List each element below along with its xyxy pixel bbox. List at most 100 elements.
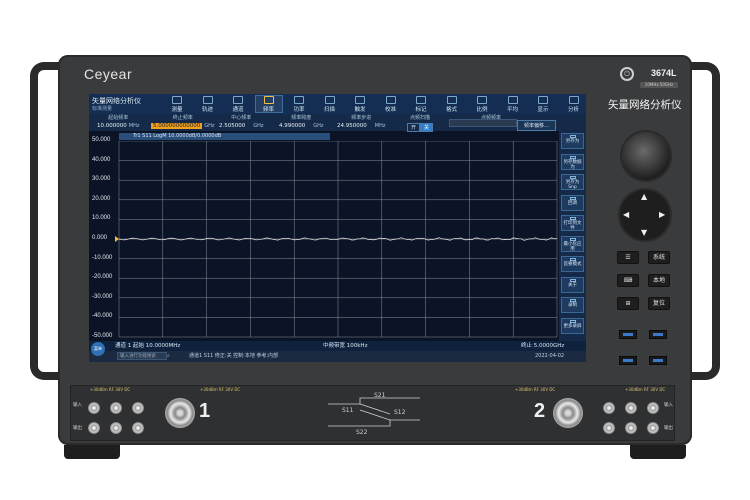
sma-connector[interactable] (603, 422, 615, 434)
arrow-right-icon[interactable]: ▶ (659, 210, 665, 219)
sma-connector[interactable] (88, 402, 100, 414)
tab-4[interactable]: 功率 (285, 95, 313, 113)
tab-label: 校准 (384, 107, 396, 113)
side-button-label: 另存为 (565, 139, 580, 144)
tab-label: 标记 (415, 107, 427, 113)
average-icon (507, 96, 518, 104)
menu-hw-button[interactable]: ☰ (617, 251, 639, 264)
tab-0[interactable]: 测量 (163, 95, 191, 113)
local-button[interactable]: 本地 (648, 274, 670, 287)
tab-9[interactable]: 格式 (438, 95, 466, 113)
channel-status-bar: 通道 1 起始 10.0000MHz 中频带宽 100kHz 终止 5.0000… (89, 341, 586, 351)
sma-connector[interactable] (132, 402, 144, 414)
span-field[interactable]: 频率跨度 4.990000 GHz (279, 114, 324, 129)
usb-port-1 (619, 330, 637, 339)
power-icon (294, 96, 304, 104)
cw-freq-input[interactable] (449, 119, 517, 127)
tab-8[interactable]: 标记 (407, 95, 435, 113)
sma-connector[interactable] (603, 402, 615, 414)
sma-connector[interactable] (647, 402, 659, 414)
y-tick-label: 0.000 (92, 235, 108, 241)
reset-button[interactable]: 复位 (648, 297, 670, 310)
sma-connector[interactable] (88, 422, 100, 434)
right-foot (630, 445, 686, 459)
sma-connector[interactable] (625, 402, 637, 414)
side-button-label: 回调 (568, 200, 577, 206)
sma-connector[interactable] (110, 402, 122, 414)
out-label-left: 输出 (73, 426, 82, 431)
power-button[interactable]: ⏻ (620, 67, 634, 81)
tab-5[interactable]: 扫描 (316, 95, 344, 113)
side-button-3[interactable]: 回调 (561, 194, 584, 211)
stop-freq-value[interactable]: 5.000000000000 (151, 123, 203, 129)
search-input[interactable]: 输入进行功能搜索 (117, 352, 167, 360)
tab-label: 测量 (171, 107, 183, 113)
display-screen: 矢量网络分析仪 标准测量 测量 轨迹 通道 频率 功率 扫描 触发 校准 标记 格式 比例 平均 显示分… (89, 94, 586, 362)
side-button-7[interactable]: 关于 (561, 276, 584, 293)
side-button-4[interactable]: 打印到文件 (561, 215, 584, 231)
datetime: 2022-04-02 17:15:01 (535, 353, 565, 359)
softkey-icon (569, 258, 576, 261)
top-menu-bar: 矢量网络分析仪 标准测量 测量 轨迹 通道 频率 功率 扫描 触发 校准 标记 格式 比例 平均 显示分… (89, 94, 586, 114)
side-button-0[interactable]: 另存为 (561, 133, 584, 149)
tab-1[interactable]: 轨迹 (194, 95, 222, 113)
tab-label: 平均 (506, 107, 518, 113)
side-button-label: 首要模式 (563, 262, 582, 267)
sma-connector[interactable] (647, 422, 659, 434)
keyboard-button[interactable]: ⌨ (617, 274, 639, 287)
cw-toggle-off[interactable]: 开 (407, 123, 421, 132)
windows-button[interactable]: ⊞ (617, 297, 639, 310)
port-1-connector[interactable] (165, 398, 195, 428)
start-freq-unit: MHz (128, 123, 140, 129)
sma-connector[interactable] (110, 422, 122, 434)
tab-7[interactable]: 校准 (377, 95, 405, 113)
span-unit: GHz (313, 123, 324, 129)
frequency-icon (263, 96, 274, 104)
analysis-icon (568, 96, 579, 104)
port-2-connector[interactable] (553, 398, 583, 428)
sma-connector[interactable] (625, 422, 637, 434)
tab-label: 扫描 (323, 107, 335, 113)
reference-marker[interactable] (115, 236, 119, 242)
side-button-2[interactable]: 另存为Snp (561, 174, 584, 190)
center-freq-field[interactable]: 中心频率 2.505000 GHz (219, 114, 264, 129)
format-icon (446, 96, 457, 104)
side-button-label: 最小化应用 (563, 241, 582, 252)
search-icon[interactable]: ⌕ (167, 351, 170, 362)
arrow-down-icon[interactable]: ▼ (641, 228, 647, 237)
in-label-left: 输入 (73, 403, 82, 408)
tab-13[interactable]: 分析 (560, 95, 587, 113)
usb-port-3 (619, 356, 637, 365)
step-field[interactable]: 频率步进 24.950000 MHz (337, 114, 385, 129)
direction-pad[interactable]: ▲ ▼ ◀ ▶ (618, 188, 672, 242)
side-button-label: 录制 (568, 303, 577, 308)
arrow-left-icon[interactable]: ◀ (623, 210, 629, 219)
arrow-up-icon[interactable]: ▲ (641, 192, 647, 201)
tab-3[interactable]: 频率 (254, 95, 283, 113)
rotary-knob[interactable] (622, 132, 670, 180)
channel-icon (233, 96, 243, 104)
side-button-6[interactable]: 首要模式 (561, 256, 584, 272)
tab-11[interactable]: 平均 (499, 95, 527, 113)
side-button-1[interactable]: 另存数据为 (561, 153, 584, 170)
tab-2[interactable]: 通道 (224, 95, 252, 113)
stop-freq-field[interactable]: 终止频率 5.000000000000 GHz (151, 114, 215, 129)
start-freq-field[interactable]: 起始频率 10.000000 MHz (97, 114, 139, 129)
y-tick-label: -10.000 (92, 254, 113, 261)
trace-tag[interactable]: Tr1 S11 LogM 10.0000dB/0.0000dB (119, 133, 330, 140)
side-button-8[interactable]: 录制 (561, 297, 584, 313)
tab-6[interactable]: 触发 (346, 95, 374, 113)
system-button[interactable]: 系统 (648, 251, 670, 264)
status-stop: 终止 5.0000GHz (521, 343, 565, 349)
sma-connector[interactable] (132, 422, 144, 434)
tab-10[interactable]: 比例 (468, 95, 496, 113)
status-info: 通道1 S11 修正:关 控制:本地 参考:内部 (189, 353, 279, 359)
start-freq-value: 10.000000 (97, 123, 127, 129)
freq-offset-button[interactable]: 频率偏移... (517, 120, 556, 131)
tab-12[interactable]: 显示 (529, 95, 557, 113)
menu-button[interactable]: 菜单 (91, 342, 105, 356)
side-button-5[interactable]: 最小化应用 (561, 235, 584, 252)
plot-area[interactable]: 50.000 40.000 30.000 20.000 10.000 0.000 -10.0… (89, 137, 559, 341)
side-button-9[interactable]: 更多录屏 (561, 317, 584, 334)
cw-toggle-on[interactable]: 关 (420, 123, 434, 132)
